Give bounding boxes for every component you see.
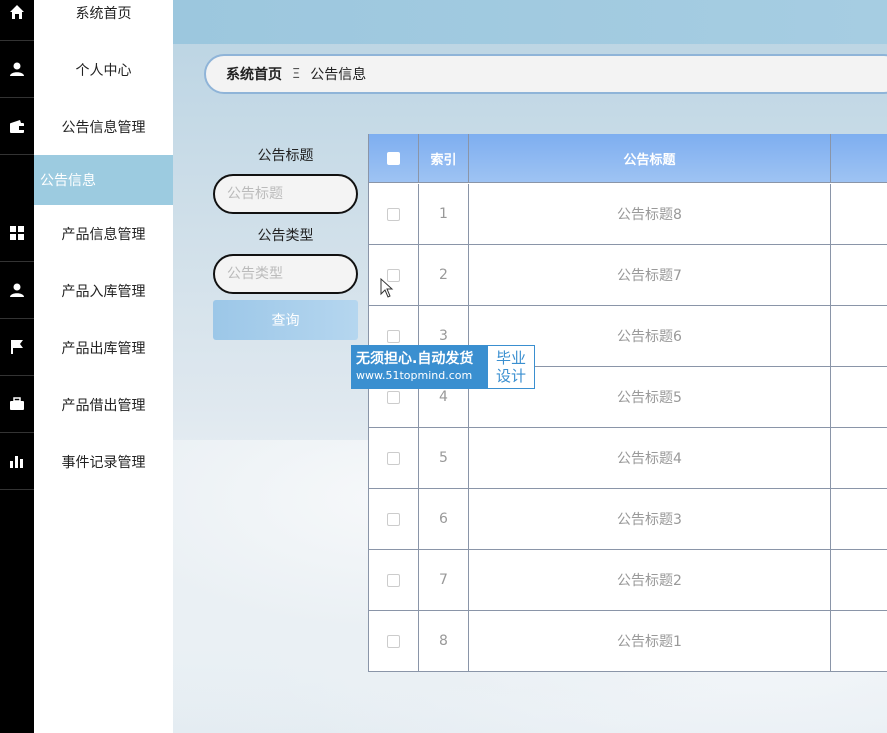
flag-icon <box>11 340 23 354</box>
table-header: 索引 公告标题 <box>369 134 887 183</box>
table-row[interactable]: 1 公告标题8 <box>369 184 887 245</box>
row-select-cell[interactable] <box>369 184 419 244</box>
header-select-all[interactable] <box>369 134 419 183</box>
header-index: 索引 <box>419 134 469 183</box>
row-index: 6 <box>419 489 469 549</box>
row-select-cell[interactable] <box>369 245 419 305</box>
watermark-url: www.51topmind.com <box>356 369 473 382</box>
sidebar: 系统首页 个人中心 公告信息管理 公告信息 产品信息管理 产品入库管理 产品出库… <box>34 0 173 733</box>
query-button[interactable]: 查询 <box>213 300 358 340</box>
sidebar-item-outbound[interactable]: 产品出库管理 <box>34 319 173 376</box>
row-extra <box>831 245 887 305</box>
breadcrumb: 系统首页 Ξ 公告信息 <box>204 54 887 94</box>
row-checkbox[interactable] <box>387 329 400 343</box>
sidebar-item-notice-mgmt[interactable]: 公告信息管理 <box>34 98 173 155</box>
row-title: 公告标题7 <box>469 245 831 305</box>
rail-item-notice-mgmt[interactable] <box>0 98 34 155</box>
sidebar-item-home[interactable]: 系统首页 <box>34 0 173 41</box>
notice-table: 索引 公告标题 1 公告标题8 2 公告标题7 3 公告标题6 4 公告标题5 5 公告标题4 6 公… <box>368 134 887 672</box>
row-checkbox[interactable] <box>387 573 400 587</box>
row-checkbox[interactable] <box>387 451 400 465</box>
row-title: 公告标题3 <box>469 489 831 549</box>
row-checkbox[interactable] <box>387 390 400 404</box>
header-extra <box>831 134 887 183</box>
table-row[interactable]: 5 公告标题4 <box>369 428 887 489</box>
row-title: 公告标题8 <box>469 184 831 244</box>
user-icon <box>10 62 24 76</box>
rail-item-outbound[interactable] <box>0 319 34 376</box>
table-row[interactable]: 8 公告标题1 <box>369 611 887 672</box>
user-icon <box>10 283 24 297</box>
rail-item-notice[interactable] <box>0 155 34 205</box>
row-extra <box>831 489 887 549</box>
sidebar-item-product-info[interactable]: 产品信息管理 <box>34 205 173 262</box>
rail-item-events[interactable] <box>0 433 34 490</box>
breadcrumb-separator: Ξ <box>292 66 301 82</box>
rail-item-inbound[interactable] <box>0 262 34 319</box>
watermark-badge-line2: 设计 <box>495 367 526 385</box>
wallet-icon <box>10 120 24 133</box>
rail-item-profile[interactable] <box>0 41 34 98</box>
icon-rail <box>0 0 34 733</box>
row-index: 7 <box>419 550 469 610</box>
type-search-label: 公告类型 <box>257 228 314 244</box>
briefcase-icon <box>10 397 24 410</box>
sidebar-item-lend[interactable]: 产品借出管理 <box>34 376 173 433</box>
home-icon <box>10 5 24 19</box>
rail-item-lend[interactable] <box>0 376 34 433</box>
breadcrumb-home[interactable]: 系统首页 <box>226 64 282 84</box>
table-row[interactable]: 6 公告标题3 <box>369 489 887 550</box>
watermark-text: 无须担心.自动发货 www.51topmind.com <box>352 346 488 388</box>
row-title: 公告标题2 <box>469 550 831 610</box>
watermark-badge-line1: 毕业 <box>495 349 526 367</box>
type-search-input[interactable] <box>213 254 358 294</box>
sidebar-item-events[interactable]: 事件记录管理 <box>34 433 173 490</box>
sidebar-item-notice[interactable]: 公告信息 <box>34 155 173 205</box>
row-checkbox[interactable] <box>387 634 400 648</box>
top-header-bar <box>173 0 887 44</box>
mouse-cursor-icon <box>380 278 394 298</box>
row-title: 公告标题4 <box>469 428 831 488</box>
watermark-line1: 无须担心.自动发货 <box>356 351 474 367</box>
row-checkbox[interactable] <box>387 207 400 221</box>
row-index: 1 <box>419 184 469 244</box>
breadcrumb-current: 公告信息 <box>310 67 367 83</box>
rail-item-product-info[interactable] <box>0 205 34 262</box>
row-index: 2 <box>419 245 469 305</box>
sidebar-item-inbound[interactable]: 产品入库管理 <box>34 262 173 319</box>
row-select-cell[interactable] <box>369 550 419 610</box>
title-search-input[interactable] <box>213 174 358 214</box>
bar-chart-icon <box>10 456 23 468</box>
row-index: 8 <box>419 611 469 671</box>
rail-item-home[interactable] <box>0 0 34 41</box>
row-checkbox[interactable] <box>387 512 400 526</box>
watermark-banner: 无须担心.自动发货 www.51topmind.com 毕业 设计 <box>351 345 535 389</box>
grid-icon <box>10 226 24 240</box>
row-extra <box>831 428 887 488</box>
select-all-checkbox[interactable] <box>387 152 400 165</box>
sidebar-item-profile[interactable]: 个人中心 <box>34 41 173 98</box>
row-extra <box>831 611 887 671</box>
watermark-badge: 毕业 设计 <box>488 346 534 388</box>
row-title: 公告标题1 <box>469 611 831 671</box>
header-title: 公告标题 <box>469 134 831 183</box>
row-extra <box>831 184 887 244</box>
row-extra <box>831 306 887 366</box>
row-index: 5 <box>419 428 469 488</box>
row-extra <box>831 550 887 610</box>
title-search-label: 公告标题 <box>257 148 314 164</box>
row-select-cell[interactable] <box>369 489 419 549</box>
row-select-cell[interactable] <box>369 611 419 671</box>
table-row[interactable]: 2 公告标题7 <box>369 245 887 306</box>
row-extra <box>831 367 887 427</box>
table-row[interactable]: 7 公告标题2 <box>369 550 887 611</box>
row-select-cell[interactable] <box>369 428 419 488</box>
